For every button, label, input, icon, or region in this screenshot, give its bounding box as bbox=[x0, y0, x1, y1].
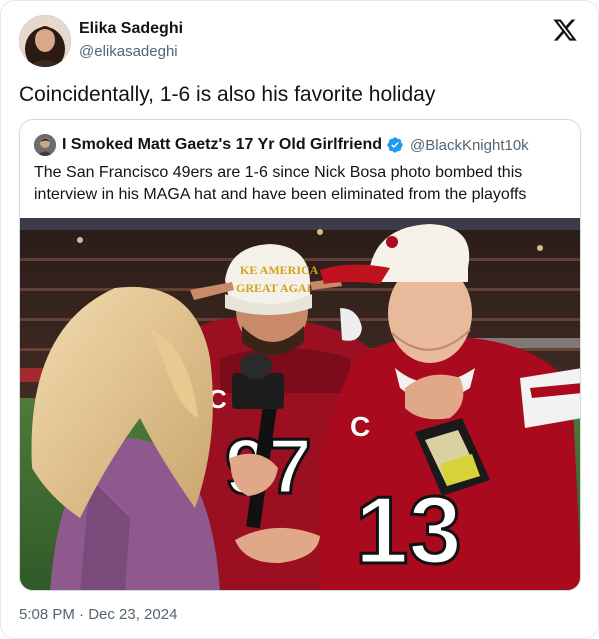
tweet-text: Coincidentally, 1-6 is also his favorite… bbox=[19, 83, 436, 106]
hat-text-line1: KE AMERICA bbox=[240, 263, 319, 277]
author-block: Elika Sadeghi @elikasadeghi bbox=[79, 19, 183, 62]
tweet-card: Elika Sadeghi @elikasadeghi Coincidental… bbox=[0, 0, 599, 639]
verified-badge-icon bbox=[387, 137, 403, 153]
author-name[interactable]: Elika Sadeghi bbox=[79, 19, 183, 39]
quoted-tweet[interactable]: I Smoked Matt Gaetz's 17 Yr Old Girlfrie… bbox=[19, 119, 581, 591]
quoted-tweet-text: The San Francisco 49ers are 1-6 since Ni… bbox=[34, 164, 527, 203]
author-avatar[interactable] bbox=[19, 15, 71, 67]
tweet-timestamp[interactable]: 5:08 PM · Dec 23, 2024 bbox=[19, 606, 177, 623]
author-handle[interactable]: @elikasadeghi bbox=[79, 42, 183, 62]
quoted-author-handle[interactable]: @BlackKnight10k bbox=[410, 137, 529, 154]
captain-patch-front: C bbox=[350, 411, 370, 442]
quoted-tweet-photo[interactable]: 97 C KE AMERICA GREAT AGAI 13 C bbox=[20, 218, 580, 590]
hat-text-line2: GREAT AGAI bbox=[236, 281, 312, 295]
quoted-author-name[interactable]: I Smoked Matt Gaetz's 17 Yr Old Girlfrie… bbox=[62, 136, 382, 154]
quoted-author-row: I Smoked Matt Gaetz's 17 Yr Old Girlfrie… bbox=[34, 134, 529, 156]
quoted-author-avatar[interactable] bbox=[34, 134, 56, 156]
x-logo-icon[interactable] bbox=[552, 17, 578, 43]
